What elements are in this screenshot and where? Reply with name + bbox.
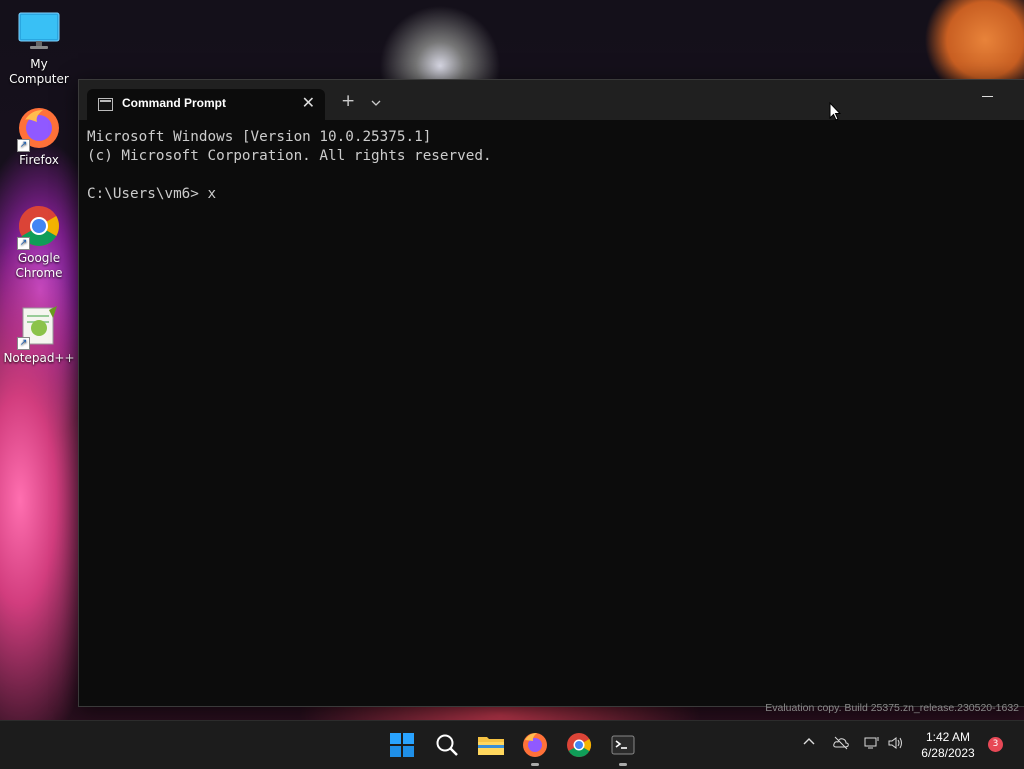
desktop-icon-label: Notepad++ xyxy=(3,351,75,365)
terminal-icon xyxy=(611,735,635,755)
running-indicator xyxy=(619,763,627,766)
desktop-icon-chrome[interactable]: ↗ Google Chrome xyxy=(1,204,77,281)
show-hidden-icons-button[interactable] xyxy=(803,736,815,751)
chrome-icon: ↗ xyxy=(17,204,61,250)
cmd-icon xyxy=(98,98,113,111)
chrome-icon xyxy=(567,733,592,758)
terminal-window: Command Prompt ✕ + Microsoft Windows [Ve… xyxy=(78,79,1024,707)
onedrive-icon[interactable] xyxy=(833,736,849,753)
clock-time: 1:42 AM xyxy=(925,730,971,744)
volume-icon[interactable] xyxy=(888,736,904,753)
console-line: (c) Microsoft Corporation. All rights re… xyxy=(87,148,492,164)
tab-command-prompt[interactable]: Command Prompt ✕ xyxy=(87,89,325,120)
firefox-icon: ↗ xyxy=(17,106,61,152)
shortcut-arrow-icon: ↗ xyxy=(17,139,30,152)
taskbar: 1:42 AM 6/28/2023 3 xyxy=(0,720,1024,769)
terminal-taskbar-button[interactable] xyxy=(607,729,639,766)
file-explorer-button[interactable] xyxy=(475,729,507,761)
console-line: C:\Users\vm6> x xyxy=(87,186,217,202)
desktop-icon-label: My Computer xyxy=(9,57,69,86)
chevron-up-icon xyxy=(803,738,815,745)
running-indicator xyxy=(531,763,539,766)
shortcut-arrow-icon: ↗ xyxy=(17,237,30,250)
clock-date: 6/28/2023 xyxy=(921,746,975,760)
search-button[interactable] xyxy=(431,729,463,761)
desktop-icon-my-computer[interactable]: My Computer xyxy=(1,10,77,87)
shortcut-arrow-icon: ↗ xyxy=(17,337,30,350)
tab-title: Command Prompt xyxy=(122,96,227,110)
network-icon[interactable] xyxy=(864,736,880,753)
console-output[interactable]: Microsoft Windows [Version 10.0.25375.1]… xyxy=(87,128,1015,696)
firefox-taskbar-button[interactable] xyxy=(519,729,551,766)
notification-badge[interactable]: 3 xyxy=(988,737,1003,752)
clock[interactable]: 1:42 AM 6/28/2023 xyxy=(912,729,984,761)
title-bar[interactable]: Command Prompt ✕ + xyxy=(79,80,1024,120)
desktop-icon-label: Firefox xyxy=(19,153,59,167)
monitor-icon xyxy=(17,10,61,54)
mouse-cursor-icon xyxy=(829,102,841,121)
folder-icon xyxy=(478,737,504,755)
new-tab-button[interactable]: + xyxy=(341,91,355,111)
console-line: Microsoft Windows [Version 10.0.25375.1] xyxy=(87,129,432,145)
tab-close-button[interactable]: ✕ xyxy=(302,93,315,112)
chevron-down-icon[interactable] xyxy=(371,93,381,106)
desktop-icon-label: Google Chrome xyxy=(15,251,63,280)
search-icon xyxy=(436,734,458,756)
evaluation-watermark: Evaluation copy. Build 25375.zn_release.… xyxy=(765,702,1019,714)
minimize-button[interactable] xyxy=(982,96,993,97)
chrome-taskbar-button[interactable] xyxy=(563,729,595,761)
desktop-icon-firefox[interactable]: ↗ Firefox xyxy=(1,106,77,168)
desktop-icon-notepadpp[interactable]: ↗ Notepad++ xyxy=(1,304,77,366)
notepadpp-icon: ↗ xyxy=(17,304,61,350)
windows-logo-icon xyxy=(390,733,414,757)
firefox-icon xyxy=(523,733,547,757)
start-button[interactable] xyxy=(386,729,418,761)
